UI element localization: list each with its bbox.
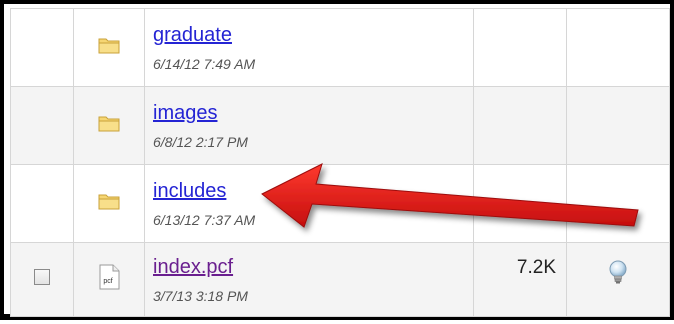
checkbox-cell [10,8,74,87]
table-row: includes 6/13/12 7:37 AM [10,164,670,243]
folder-link-graduate[interactable]: graduate [153,24,473,46]
file-listing-frame: graduate 6/14/12 7:49 AM images 6/8/12 2… [0,0,674,320]
file-link-index-pcf[interactable]: index.pcf [153,256,473,278]
table-row: images 6/8/12 2:17 PM [10,86,670,165]
select-checkbox[interactable] [34,269,50,285]
folder-icon [98,38,120,54]
modified-date: 6/14/12 7:49 AM [153,55,256,72]
checkbox-cell [10,164,74,243]
size-cell [473,8,567,87]
modified-date: 6/8/12 2:17 PM [153,133,248,150]
action-cell [566,8,670,87]
folder-icon [98,194,120,210]
size-cell [473,164,567,243]
lightbulb-icon[interactable] [608,260,628,286]
action-cell [566,164,670,243]
modified-date: 3/7/13 3:18 PM [153,287,248,304]
folder-icon [98,116,120,132]
svg-text:pcf: pcf [103,278,112,285]
file-listing-table: graduate 6/14/12 7:49 AM images 6/8/12 2… [10,8,670,317]
file-size: 7.2K [516,256,556,278]
table-row: pcf index.pcf 3/7/13 3:18 PM 7.2K [10,242,670,317]
size-cell [473,86,567,165]
pcf-file-icon: pcf [99,264,120,290]
table-row: graduate 6/14/12 7:49 AM [10,8,670,87]
folder-link-images[interactable]: images [153,102,473,124]
action-cell [566,86,670,165]
modified-date: 6/13/12 7:37 AM [153,211,256,228]
checkbox-cell [10,86,74,165]
folder-link-includes[interactable]: includes [153,180,473,202]
